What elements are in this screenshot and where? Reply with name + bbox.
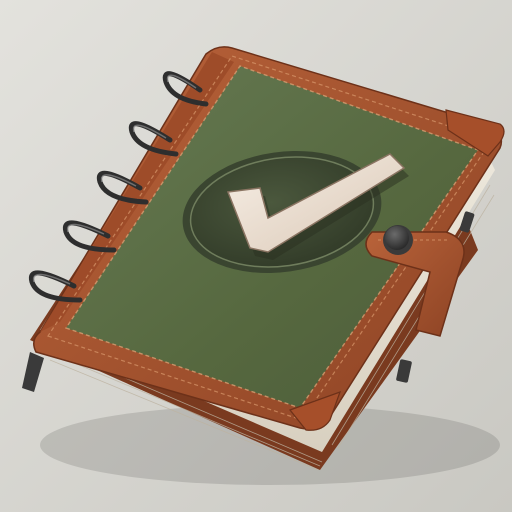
notebook-illustration — [0, 0, 512, 512]
notebook-scene — [0, 0, 512, 512]
snap-button — [385, 226, 409, 250]
